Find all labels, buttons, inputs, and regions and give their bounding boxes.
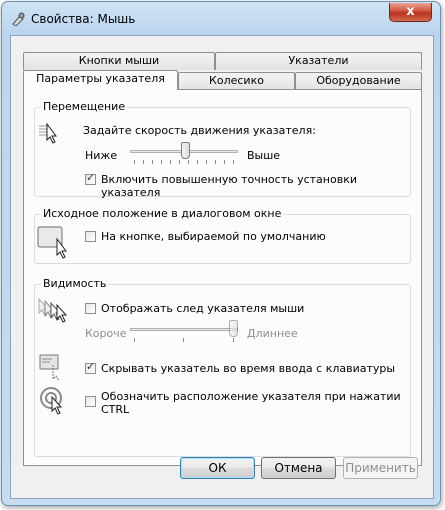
window-title: Свойства: Мышь <box>31 12 136 26</box>
hide-pointer-typing-icon <box>39 354 60 381</box>
slider-tick <box>134 160 135 164</box>
slider-tick <box>224 160 225 164</box>
ctrl-location-checkbox[interactable] <box>85 396 96 407</box>
slider-tick <box>197 160 198 164</box>
show-location-ctrl-icon <box>40 387 63 415</box>
tab-label: Оборудование <box>316 74 401 87</box>
tab-pointer-options[interactable]: Параметры указателя <box>23 70 178 90</box>
slider-tick <box>161 160 162 164</box>
group-label: Перемещение <box>41 100 128 114</box>
slider-tick <box>233 338 234 342</box>
tab-buttons[interactable]: Кнопки мыши <box>23 52 215 70</box>
tab-hardware[interactable]: Оборудование <box>295 72 422 90</box>
button-label: ОК <box>208 461 227 475</box>
precision-label: Включить повышенную точность установки у… <box>101 173 357 199</box>
group-label: Видимость <box>41 277 109 291</box>
slider-tick <box>179 160 180 164</box>
tab-label: Колесико <box>209 74 264 87</box>
apply-button[interactable]: Применить <box>343 457 418 479</box>
check-mark-icon: ✓ <box>86 360 96 373</box>
slider-tick <box>188 160 189 164</box>
cancel-button[interactable]: Отмена <box>261 457 336 479</box>
slider-tick <box>152 160 153 164</box>
slider-tick <box>215 160 216 164</box>
close-icon: x <box>406 4 415 19</box>
motion-group: Перемещение Задайте скорость движения ук… <box>34 100 411 199</box>
slider-thumb[interactable] <box>229 320 238 337</box>
pointer-speed-slider[interactable] <box>130 142 238 164</box>
speed-slow-label: Ниже <box>85 149 118 162</box>
slider-thumb[interactable] <box>181 142 190 159</box>
snap-to-label: На кнопке, выбираемой по умолчанию <box>101 230 326 243</box>
pointer-trails-icon <box>38 297 68 323</box>
trails-label: Отображать след указателя мыши <box>101 302 305 315</box>
button-label: Применить <box>345 461 416 475</box>
slider-tick <box>233 160 234 164</box>
visibility-group: Видимость Отображать след указателя мыши… <box>34 277 411 457</box>
speed-fast-label: Выше <box>247 149 281 162</box>
snap-to-button-icon <box>37 226 67 259</box>
tab-panel: Перемещение Задайте скорость движения ук… <box>23 89 422 466</box>
tab-label: Кнопки мыши <box>78 54 160 67</box>
speed-prompt: Задайте скорость движения указателя: <box>83 124 316 137</box>
pointer-speed-icon <box>39 122 57 144</box>
button-label: Отмена <box>274 461 323 475</box>
tab-wheel[interactable]: Колесико <box>178 72 295 90</box>
slider-tick <box>206 160 207 164</box>
trails-short-label: Короче <box>85 327 127 340</box>
check-mark-icon: ✓ <box>86 171 96 184</box>
snap-to-group: Исходное положение в диалоговом окне На … <box>34 207 411 264</box>
trails-long-label: Длиннее <box>247 327 298 340</box>
tab-label: Указатели <box>288 54 349 67</box>
mouse-app-icon <box>12 12 25 26</box>
title-bar[interactable]: Свойства: Мышь x <box>2 2 440 36</box>
dialog-client-area: Кнопки мыши Указатели Параметры указател… <box>10 35 434 499</box>
hide-pointer-checkbox[interactable]: ✓ <box>85 360 96 374</box>
trails-checkbox[interactable] <box>85 303 96 314</box>
ctrl-location-label-line1: Обозначить расположение указателя при на… <box>101 390 401 403</box>
trails-length-slider[interactable] <box>130 320 238 342</box>
slider-tick <box>134 338 135 342</box>
hide-pointer-label: Скрывать указатель во время ввода с клав… <box>101 362 396 375</box>
slider-tick <box>170 160 171 164</box>
slider-track <box>130 328 238 331</box>
mouse-properties-window: Свойства: Мышь x Кнопки мыши Указатели П… <box>1 1 441 506</box>
close-button[interactable]: x <box>389 3 432 22</box>
tab-pointers[interactable]: Указатели <box>215 52 422 70</box>
ok-button[interactable]: ОК <box>180 457 255 479</box>
slider-tick <box>183 338 184 342</box>
tab-label: Параметры указателя <box>36 72 165 85</box>
group-label: Исходное положение в диалоговом окне <box>41 207 284 221</box>
slider-tick <box>143 160 144 164</box>
snap-to-checkbox[interactable] <box>85 231 96 242</box>
precision-checkbox[interactable]: ✓ <box>85 171 96 185</box>
ctrl-location-label-line2: CTRL <box>101 403 130 416</box>
